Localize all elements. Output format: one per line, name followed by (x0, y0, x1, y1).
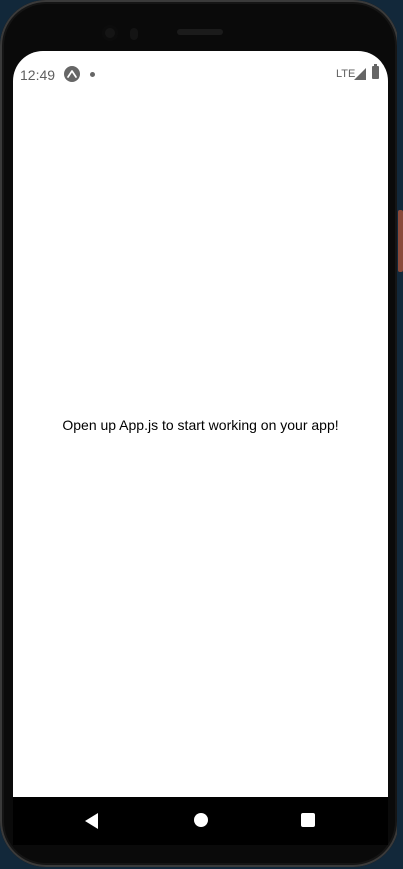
network-type: LTE (336, 68, 356, 80)
front-camera (102, 25, 118, 41)
phone-screen: 12:49 LTE Open up App.js to start workin… (13, 51, 388, 845)
battery-icon (372, 64, 379, 79)
status-bar: 12:49 LTE (13, 51, 388, 97)
notification-dot-icon (90, 72, 95, 77)
expo-logo-icon (67, 70, 77, 78)
signal-strength-icon (354, 68, 366, 80)
android-navigation-bar (13, 797, 388, 845)
welcome-message: Open up App.js to start working on your … (62, 417, 339, 433)
power-button (398, 210, 403, 272)
expo-icon (64, 66, 80, 82)
back-triangle-icon[interactable] (85, 813, 98, 829)
earpiece-speaker (177, 29, 223, 35)
app-content: Open up App.js to start working on your … (13, 97, 388, 797)
background-strip (397, 0, 403, 869)
proximity-sensor (130, 28, 138, 40)
recents-square-icon[interactable] (301, 813, 315, 827)
home-circle-icon[interactable] (194, 813, 208, 827)
status-time: 12:49 (20, 67, 56, 83)
